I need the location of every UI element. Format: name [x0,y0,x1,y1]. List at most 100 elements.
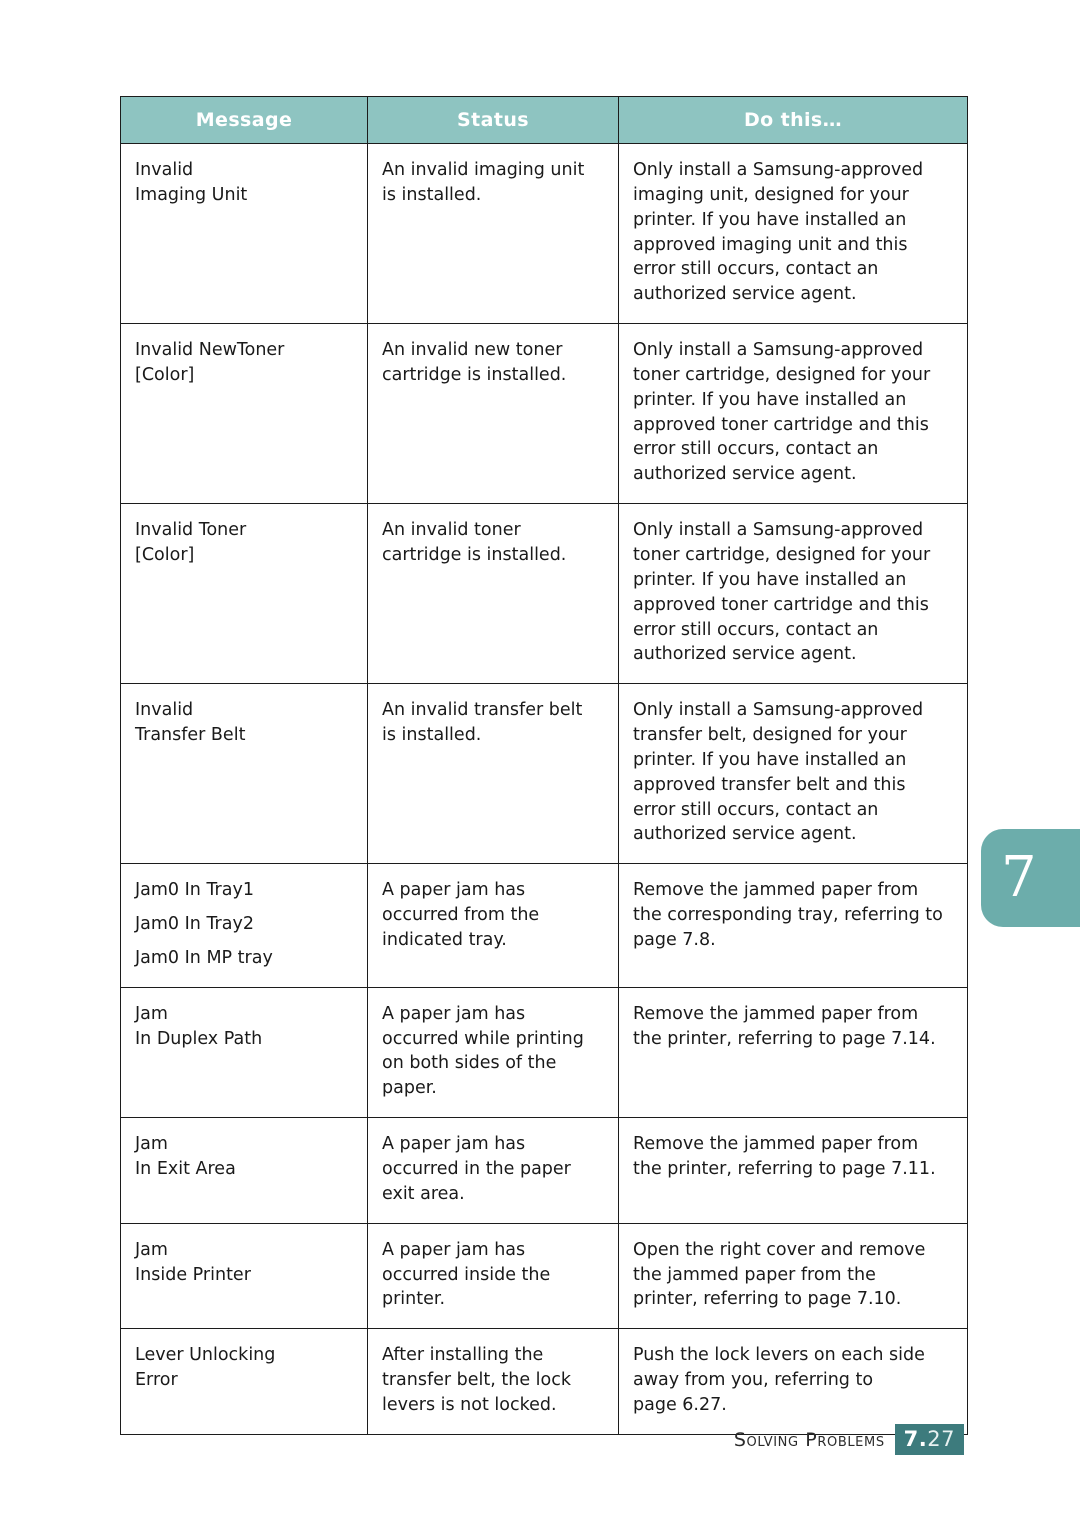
cell-do-this-line: authorized service agent. [633,824,857,845]
cell-do-this-line: transfer belt, designed for your [633,725,907,746]
cell-status: After installing the transfer belt, the l… [368,1329,618,1434]
cell-status-line: cartridge is installed. [382,364,567,385]
cell-message: Jam0 In Tray1 Jam0 In Tray2 Jam0 In MP tra… [121,864,367,987]
chapter-tab-marker: 7 [981,829,1080,927]
cell-message-line: In Exit Area [135,1159,236,1179]
cell-status-line: indicated tray. [382,929,507,950]
cell-message-line: Transfer Belt [135,725,246,746]
cell-status-line: occurred in the paper [382,1159,571,1179]
cell-message-line: Imaging Unit [135,184,248,205]
cell-do-this: Push the lock levers on each side away fr… [619,1329,967,1434]
cell-status: A paper jam has occurred while printing on… [368,988,618,1117]
cell-do-this-line: Only install a Samsung-approved [633,700,924,721]
cell-status-line: levers is not locked. [382,1394,557,1415]
table-row: Jam0 In Tray1 Jam0 In Tray2 Jam0 In MP tra… [120,863,968,988]
cell-do-this-line: toner cartridge, designed for your [633,544,931,565]
cell-message: Invalid Transfer Belt [121,684,367,764]
cell-status: An invalid transfer belt is installed. [368,684,618,764]
cell-status: A paper jam has occurred in the paper exit… [368,1118,618,1223]
cell-do-this-line: the printer, referring to page 7.11. [633,1159,936,1179]
cell-message-line: Inside Printer [135,1264,251,1285]
table-row: Invalid Toner [Color] An invalid toner cart… [120,503,968,685]
cell-message-line: Jam0 In Tray2 [135,914,254,935]
cell-do-this-line: error still occurs, contact an [633,259,879,280]
cell-do-this-line: error still occurs, contact an [633,439,879,460]
cell-status-line: exit area. [382,1183,465,1204]
cell-do-this: Remove the jammed paper from the printer,… [619,1118,967,1198]
cell-message-line: In Duplex Path [135,1028,263,1049]
error-message-table: Message Status Do this… Invalid Imaging U… [120,96,968,1435]
table-row: Lever Unlocking Error After installing the… [120,1328,968,1435]
cell-do-this-line: away from you, referring to [633,1370,874,1391]
cell-status: A paper jam has occurred from the indicate… [368,864,618,969]
column-header-message: Message [120,96,368,144]
cell-status-line: After installing the [382,1345,544,1366]
cell-do-this-line: Remove the jammed paper from [633,1134,919,1155]
footer-page-number: 7.27 [894,1424,964,1456]
cell-status-line: printer. [382,1289,446,1310]
cell-message-line: Invalid Toner [135,520,247,541]
page-footer: Solving Problems 7.27 [0,1424,964,1456]
table-row: Jam In Exit Area A paper jam has occurred i… [120,1117,968,1224]
cell-do-this-line: approved imaging unit and this [633,234,908,255]
cell-message: Lever Unlocking Error [121,1329,367,1409]
cell-status-line: A paper jam has [382,1003,526,1024]
cell-message-line: Invalid [135,160,194,180]
footer-section-title: Solving Problems [733,1428,885,1451]
cell-do-this-line: page 7.8. [633,929,716,950]
cell-status-line: occurred from the [382,905,540,926]
table-body: Invalid Imaging Unit An invalid imaging un… [120,142,968,1435]
cell-status-line: is installed. [382,184,482,205]
cell-do-this-line: Only install a Samsung-approved [633,520,924,541]
cell-do-this-line: error still occurs, contact an [633,619,879,640]
cell-message: Jam In Duplex Path [121,988,367,1068]
cell-do-this-line: authorized service agent. [633,644,857,665]
cell-do-this: Remove the jammed paper from the correspo… [619,864,967,969]
table-row: Jam In Duplex Path A paper jam has occurred… [120,986,968,1119]
cell-do-this-line: printer, referring to page 7.10. [633,1289,902,1310]
cell-do-this-line: authorized service agent. [633,284,857,305]
cell-message-line: Invalid NewToner [135,340,285,361]
cell-status-line: A paper jam has [382,880,526,901]
footer-page-chapter: 7. [903,1427,928,1451]
cell-message-line: Invalid [135,700,194,721]
cell-do-this-line: Remove the jammed paper from [633,880,919,901]
table-row: Invalid NewToner [Color] An invalid new to… [120,323,968,505]
cell-status-line: occurred while printing [382,1028,584,1049]
cell-do-this-line: error still occurs, contact an [633,799,879,820]
cell-do-this-line: printer. If you have installed an [633,389,907,410]
cell-message: Jam In Exit Area [121,1118,367,1198]
cell-status-line: An invalid imaging unit [382,160,585,180]
column-header-status: Status [367,96,619,144]
cell-message-line: Jam [135,1239,168,1260]
cell-message: Invalid NewToner [Color] [121,324,367,404]
cell-message-line: Lever Unlocking [135,1345,276,1366]
cell-status-line: cartridge is installed. [382,544,567,565]
cell-do-this-line: Push the lock levers on each side [633,1345,925,1366]
cell-do-this-line: approved toner cartridge and this [633,414,929,435]
cell-status-line: paper. [382,1078,437,1099]
cell-do-this: Only install a Samsung-approved toner car… [619,324,967,503]
cell-do-this-line: printer. If you have installed an [633,569,907,590]
table-row: Jam Inside Printer A paper jam has occurred… [120,1222,968,1330]
cell-message-line: Jam0 In Tray1 [135,880,254,901]
cell-do-this: Only install a Samsung-approved toner car… [619,504,967,683]
cell-do-this-line: Open the right cover and remove [633,1239,926,1260]
cell-do-this-line: printer. If you have installed an [633,749,907,770]
cell-message: Invalid Imaging Unit [121,144,367,224]
cell-do-this: Remove the jammed paper from the printer,… [619,988,967,1068]
cell-do-this-line: the corresponding tray, referring to [633,905,943,926]
cell-do-this-line: imaging unit, designed for your [633,184,909,205]
cell-do-this-line: approved toner cartridge and this [633,594,929,615]
cell-do-this-line: the jammed paper from the [633,1264,876,1285]
cell-do-this-line: Only install a Samsung-approved [633,160,924,180]
cell-status-line: An invalid new toner [382,340,563,361]
table-row: Invalid Imaging Unit An invalid imaging un… [120,142,968,325]
table-header-row: Message Status Do this… [120,96,968,144]
cell-status: An invalid toner cartridge is installed. [368,504,618,584]
cell-message-line: Jam [135,1134,168,1155]
cell-do-this-line: page 6.27. [633,1394,727,1415]
cell-status-line: A paper jam has [382,1134,526,1155]
cell-do-this-line: authorized service agent. [633,464,857,485]
cell-status-line: on both sides of the [382,1053,557,1074]
